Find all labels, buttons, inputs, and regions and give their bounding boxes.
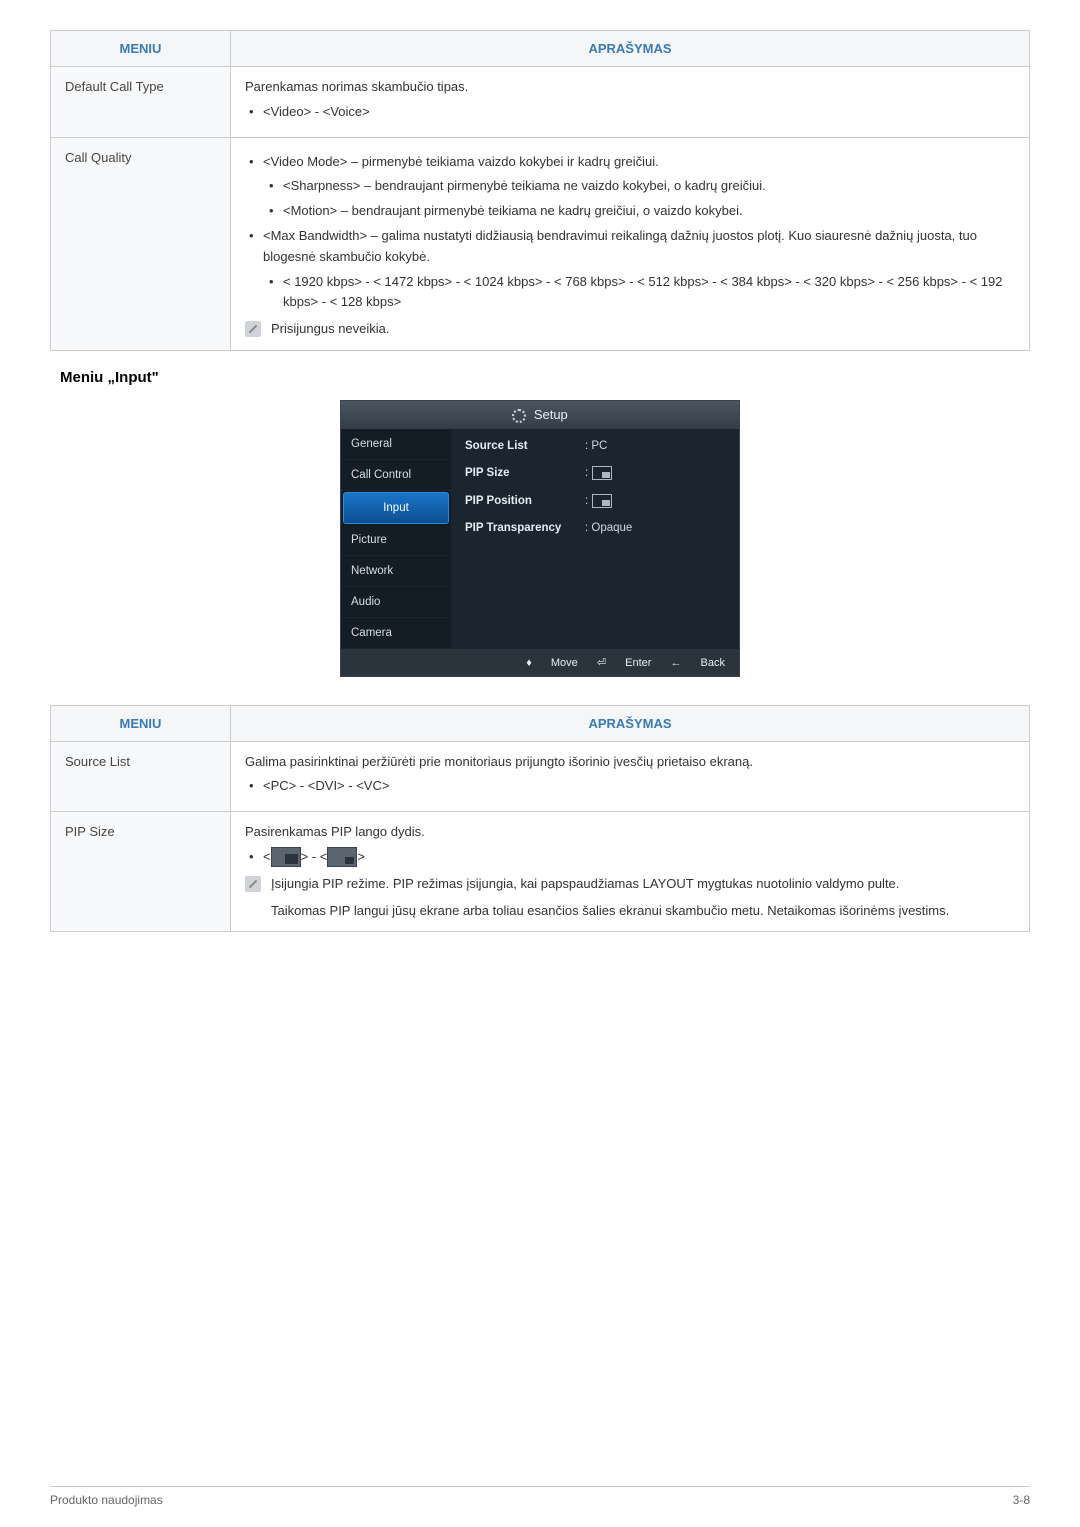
- row-label: PIP Size: [51, 812, 231, 932]
- setup-main: Source List : PC PIP Size : PIP Position…: [451, 429, 739, 649]
- gear-icon: [512, 409, 526, 423]
- table-meniu-1: MENIU APRAŠYMAS Default Call Type Parenk…: [50, 30, 1030, 351]
- sidebar-item-picture[interactable]: Picture: [341, 525, 451, 556]
- bullet-item: <Video> - <Voice>: [245, 102, 1015, 123]
- note-icon: [245, 321, 261, 337]
- note-row: Prisijungus neveikia.: [245, 319, 1015, 340]
- bullet-item: <Video Mode> – pirmenybė teikiama vaizdo…: [245, 152, 1015, 222]
- th-meniu: MENIU: [51, 705, 231, 741]
- row-label: Source List: [51, 741, 231, 812]
- setup-row-label: PIP Transparency: [465, 522, 585, 534]
- bullet-item: <PC> - <DVI> - <VC>: [245, 776, 1015, 797]
- pip-large-icon: [271, 847, 301, 867]
- footer-move: ♦ Move: [526, 657, 578, 669]
- sidebar-item-audio[interactable]: Audio: [341, 587, 451, 618]
- sidebar-item-network[interactable]: Network: [341, 556, 451, 587]
- row-label: Call Quality: [51, 137, 231, 350]
- footer-right: 3-8: [1013, 1493, 1030, 1507]
- sidebar-item-camera[interactable]: Camera: [341, 618, 451, 649]
- note-text: Įsijungia PIP režime. PIP režimas įsijun…: [271, 874, 949, 895]
- setup-row-value: :: [585, 494, 612, 508]
- setup-row-source-list[interactable]: Source List : PC: [451, 433, 739, 459]
- setup-row-pip-transparency[interactable]: PIP Transparency : Opaque: [451, 515, 739, 541]
- note-text: Prisijungus neveikia.: [271, 319, 390, 340]
- pip-small-icon: [327, 847, 357, 867]
- note-row: Įsijungia PIP režime. PIP režimas įsijun…: [245, 874, 1015, 922]
- th-aprasymas: APRAŠYMAS: [231, 31, 1030, 67]
- pip-position-icon: [592, 494, 612, 508]
- setup-row-pip-size[interactable]: PIP Size :: [451, 459, 739, 487]
- table-row: Source List Galima pasirinktinai peržiūr…: [51, 741, 1030, 812]
- bullet-item: <> - <>: [245, 847, 1015, 868]
- note-text: Taikomas PIP langui jūsų ekrane arba tol…: [271, 901, 949, 922]
- sidebar-item-input[interactable]: Input: [343, 492, 449, 524]
- table-row: Call Quality <Video Mode> – pirmenybė te…: [51, 137, 1030, 350]
- setup-menu: Setup General Call Control Input Picture…: [340, 400, 740, 677]
- note-icon: [245, 876, 261, 892]
- desc-intro: Galima pasirinktinai peržiūrėti prie mon…: [245, 754, 753, 769]
- setup-footer: ♦ Move ⏎ Enter ← Back: [341, 649, 739, 676]
- bullet-item: <Max Bandwidth> – galima nustatyti didži…: [245, 226, 1015, 313]
- footer-enter: ⏎ Enter: [597, 657, 652, 669]
- row-label: Default Call Type: [51, 67, 231, 138]
- sidebar-item-general[interactable]: General: [341, 429, 451, 460]
- setup-row-label: PIP Size: [465, 467, 585, 479]
- setup-row-label: PIP Position: [465, 495, 585, 507]
- row-desc: Galima pasirinktinai peržiūrėti prie mon…: [231, 741, 1030, 812]
- desc-intro: Pasirenkamas PIP lango dydis.: [245, 824, 425, 839]
- row-desc: Parenkamas norimas skambučio tipas. <Vid…: [231, 67, 1030, 138]
- pip-size-icon: [592, 466, 612, 480]
- table-row: PIP Size Pasirenkamas PIP lango dydis. <…: [51, 812, 1030, 932]
- sub-bullet: <Sharpness> – bendraujant pirmenybė teik…: [263, 176, 1015, 197]
- table-meniu-2: MENIU APRAŠYMAS Source List Galima pasir…: [50, 705, 1030, 933]
- row-desc: <Video Mode> – pirmenybė teikiama vaizdo…: [231, 137, 1030, 350]
- th-aprasymas: APRAŠYMAS: [231, 705, 1030, 741]
- setup-row-label: Source List: [465, 440, 585, 452]
- table-row: Default Call Type Parenkamas norimas ska…: [51, 67, 1030, 138]
- sub-bullet: < 1920 kbps> - < 1472 kbps> - < 1024 kbp…: [263, 272, 1015, 314]
- row-desc: Pasirenkamas PIP lango dydis. <> - <> Įs…: [231, 812, 1030, 932]
- sub-bullet: <Motion> – bendraujant pirmenybė teikiam…: [263, 201, 1015, 222]
- setup-row-value: : PC: [585, 440, 607, 452]
- setup-row-value: : Opaque: [585, 522, 632, 534]
- setup-titlebar: Setup: [341, 401, 739, 429]
- setup-row-pip-position[interactable]: PIP Position :: [451, 487, 739, 515]
- setup-sidebar: General Call Control Input Picture Netwo…: [341, 429, 451, 649]
- page-footer: Produkto naudojimas 3-8: [50, 1486, 1030, 1507]
- footer-back: ← Back: [670, 657, 725, 669]
- footer-left: Produkto naudojimas: [50, 1493, 163, 1507]
- th-meniu: MENIU: [51, 31, 231, 67]
- setup-title: Setup: [534, 407, 568, 422]
- heading-meniu-input: Meniu „Input": [60, 369, 1030, 386]
- setup-row-value: :: [585, 466, 612, 480]
- desc-intro: Parenkamas norimas skambučio tipas.: [245, 79, 468, 94]
- sidebar-item-call-control[interactable]: Call Control: [341, 460, 451, 491]
